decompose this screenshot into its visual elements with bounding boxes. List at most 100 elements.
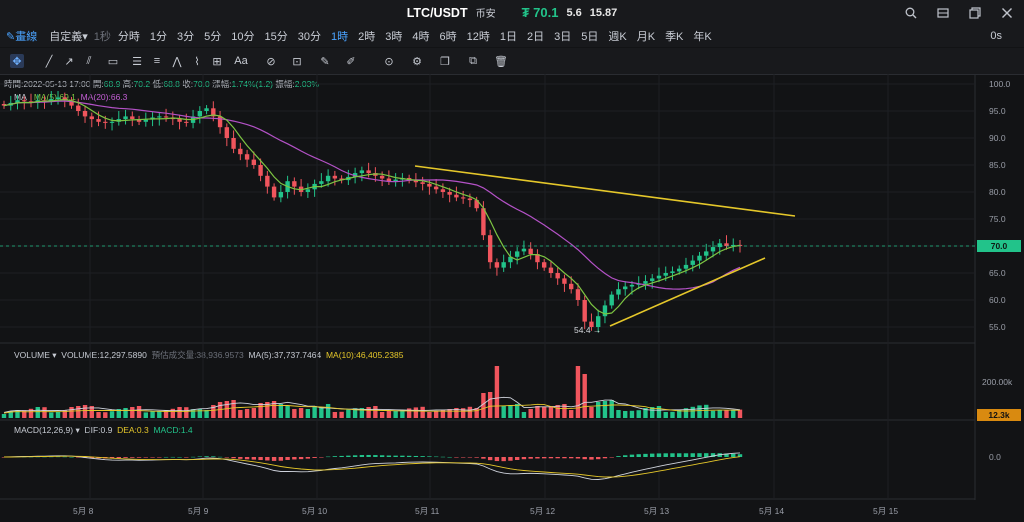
macd-histogram-bar xyxy=(204,456,209,457)
candle-body xyxy=(433,186,439,190)
candle-body xyxy=(366,170,371,174)
macd-histogram-bar xyxy=(379,455,385,457)
macd-histogram-bar xyxy=(677,453,682,457)
current-price-tag: 70.0 xyxy=(977,240,1021,252)
candle-body xyxy=(319,181,324,184)
volume-bar xyxy=(535,406,540,418)
candle-body xyxy=(163,116,169,118)
macd-histogram-bar xyxy=(697,453,702,457)
macd-histogram-bar xyxy=(373,455,378,457)
macd-histogram-bar xyxy=(386,455,392,457)
candle-body xyxy=(157,116,162,118)
macd-histogram-bar xyxy=(528,457,533,459)
volume-bar xyxy=(487,392,493,418)
volume-bar xyxy=(157,411,162,418)
macd-histogram-bar xyxy=(319,457,324,458)
candle-body xyxy=(305,189,311,192)
price-axis-label: 55.0 xyxy=(989,322,1006,332)
time-axis-label: 5月 11 xyxy=(415,506,440,516)
candle-body xyxy=(292,181,297,187)
macd-histogram-bar xyxy=(325,456,331,458)
price-axis-label: 85.0 xyxy=(989,160,1006,170)
macd-histogram-bar xyxy=(731,453,736,457)
macd-histogram-bar xyxy=(427,456,432,457)
volume-bar xyxy=(501,406,506,418)
volume-bar xyxy=(609,400,614,418)
volume-bar xyxy=(292,409,297,418)
volume-bar xyxy=(413,407,419,418)
macd-histogram-bar xyxy=(238,457,243,459)
price-axis-label: 80.0 xyxy=(989,187,1006,197)
volume-bar xyxy=(710,410,716,418)
volume-bar xyxy=(305,409,311,418)
candle-body xyxy=(623,286,628,290)
volume-tag: 12.3k xyxy=(977,409,1021,421)
macd-histogram-bar xyxy=(258,457,263,461)
macd-histogram-bar xyxy=(683,453,689,457)
volume-bar xyxy=(238,410,243,418)
candle-body xyxy=(244,154,250,160)
candle-body xyxy=(683,264,689,269)
candle-body xyxy=(704,251,709,256)
candle-body xyxy=(541,262,547,268)
macd-histogram-bar xyxy=(629,454,635,457)
macd-histogram-bar xyxy=(157,457,162,458)
volume-axis-label: 200.00k xyxy=(982,377,1013,387)
volume-bar xyxy=(541,407,547,418)
candle-body xyxy=(325,175,331,182)
candle-body xyxy=(258,165,263,176)
macd-histogram-bar xyxy=(582,457,587,460)
candle-body xyxy=(271,186,277,198)
candle-body xyxy=(717,243,722,248)
candle-body xyxy=(568,283,574,290)
macd-histogram-bar xyxy=(690,453,695,457)
volume-bar xyxy=(150,411,155,418)
candlestick-chart[interactable] xyxy=(0,0,1024,522)
candle-body xyxy=(217,116,223,128)
macd-histogram-bar xyxy=(596,457,601,460)
candle-body xyxy=(494,262,500,268)
volume-ma10-line xyxy=(3,403,741,414)
candle-body xyxy=(616,289,621,295)
volume-bar xyxy=(298,408,304,418)
macd-histogram-bar xyxy=(265,457,270,461)
macd-histogram-bar xyxy=(346,455,351,457)
macd-histogram-bar xyxy=(474,457,479,458)
volume-bar xyxy=(379,412,385,418)
volume-bar xyxy=(35,407,40,418)
macd-histogram-bar xyxy=(130,457,135,458)
candle-body xyxy=(379,175,385,179)
candle-body xyxy=(467,198,473,201)
time-axis-label: 5月 12 xyxy=(530,506,556,516)
candle-body xyxy=(656,275,662,279)
macd-histogram-bar xyxy=(650,453,655,457)
volume-bar xyxy=(629,410,635,418)
volume-bar xyxy=(548,406,554,418)
volume-bar xyxy=(373,406,378,418)
candle-body xyxy=(528,248,533,255)
macd-histogram-bar xyxy=(298,457,304,460)
candle-body xyxy=(629,284,635,287)
candle-body xyxy=(251,159,257,165)
macd-histogram-bar xyxy=(467,457,473,458)
volume-bar xyxy=(103,412,108,418)
candle-body xyxy=(109,121,115,123)
volume-bar xyxy=(346,409,351,418)
macd-histogram-bar xyxy=(636,454,641,457)
volume-bar xyxy=(420,406,425,418)
volume-bar xyxy=(96,412,101,418)
volume-bar xyxy=(49,412,54,418)
candle-body xyxy=(690,260,695,265)
volume-bar xyxy=(623,411,628,418)
candle-body xyxy=(555,273,560,279)
candle-body xyxy=(82,111,88,117)
macd-histogram-bar xyxy=(568,457,574,459)
macd-histogram-bar xyxy=(535,457,540,459)
volume-bar xyxy=(325,404,331,418)
candle-body xyxy=(238,148,243,155)
time-axis-label: 5月 8 xyxy=(73,506,94,516)
candle-body xyxy=(440,189,446,192)
volume-bar xyxy=(528,409,533,418)
volume-bar xyxy=(224,401,230,418)
time-axis-label: 5月 13 xyxy=(644,506,670,516)
